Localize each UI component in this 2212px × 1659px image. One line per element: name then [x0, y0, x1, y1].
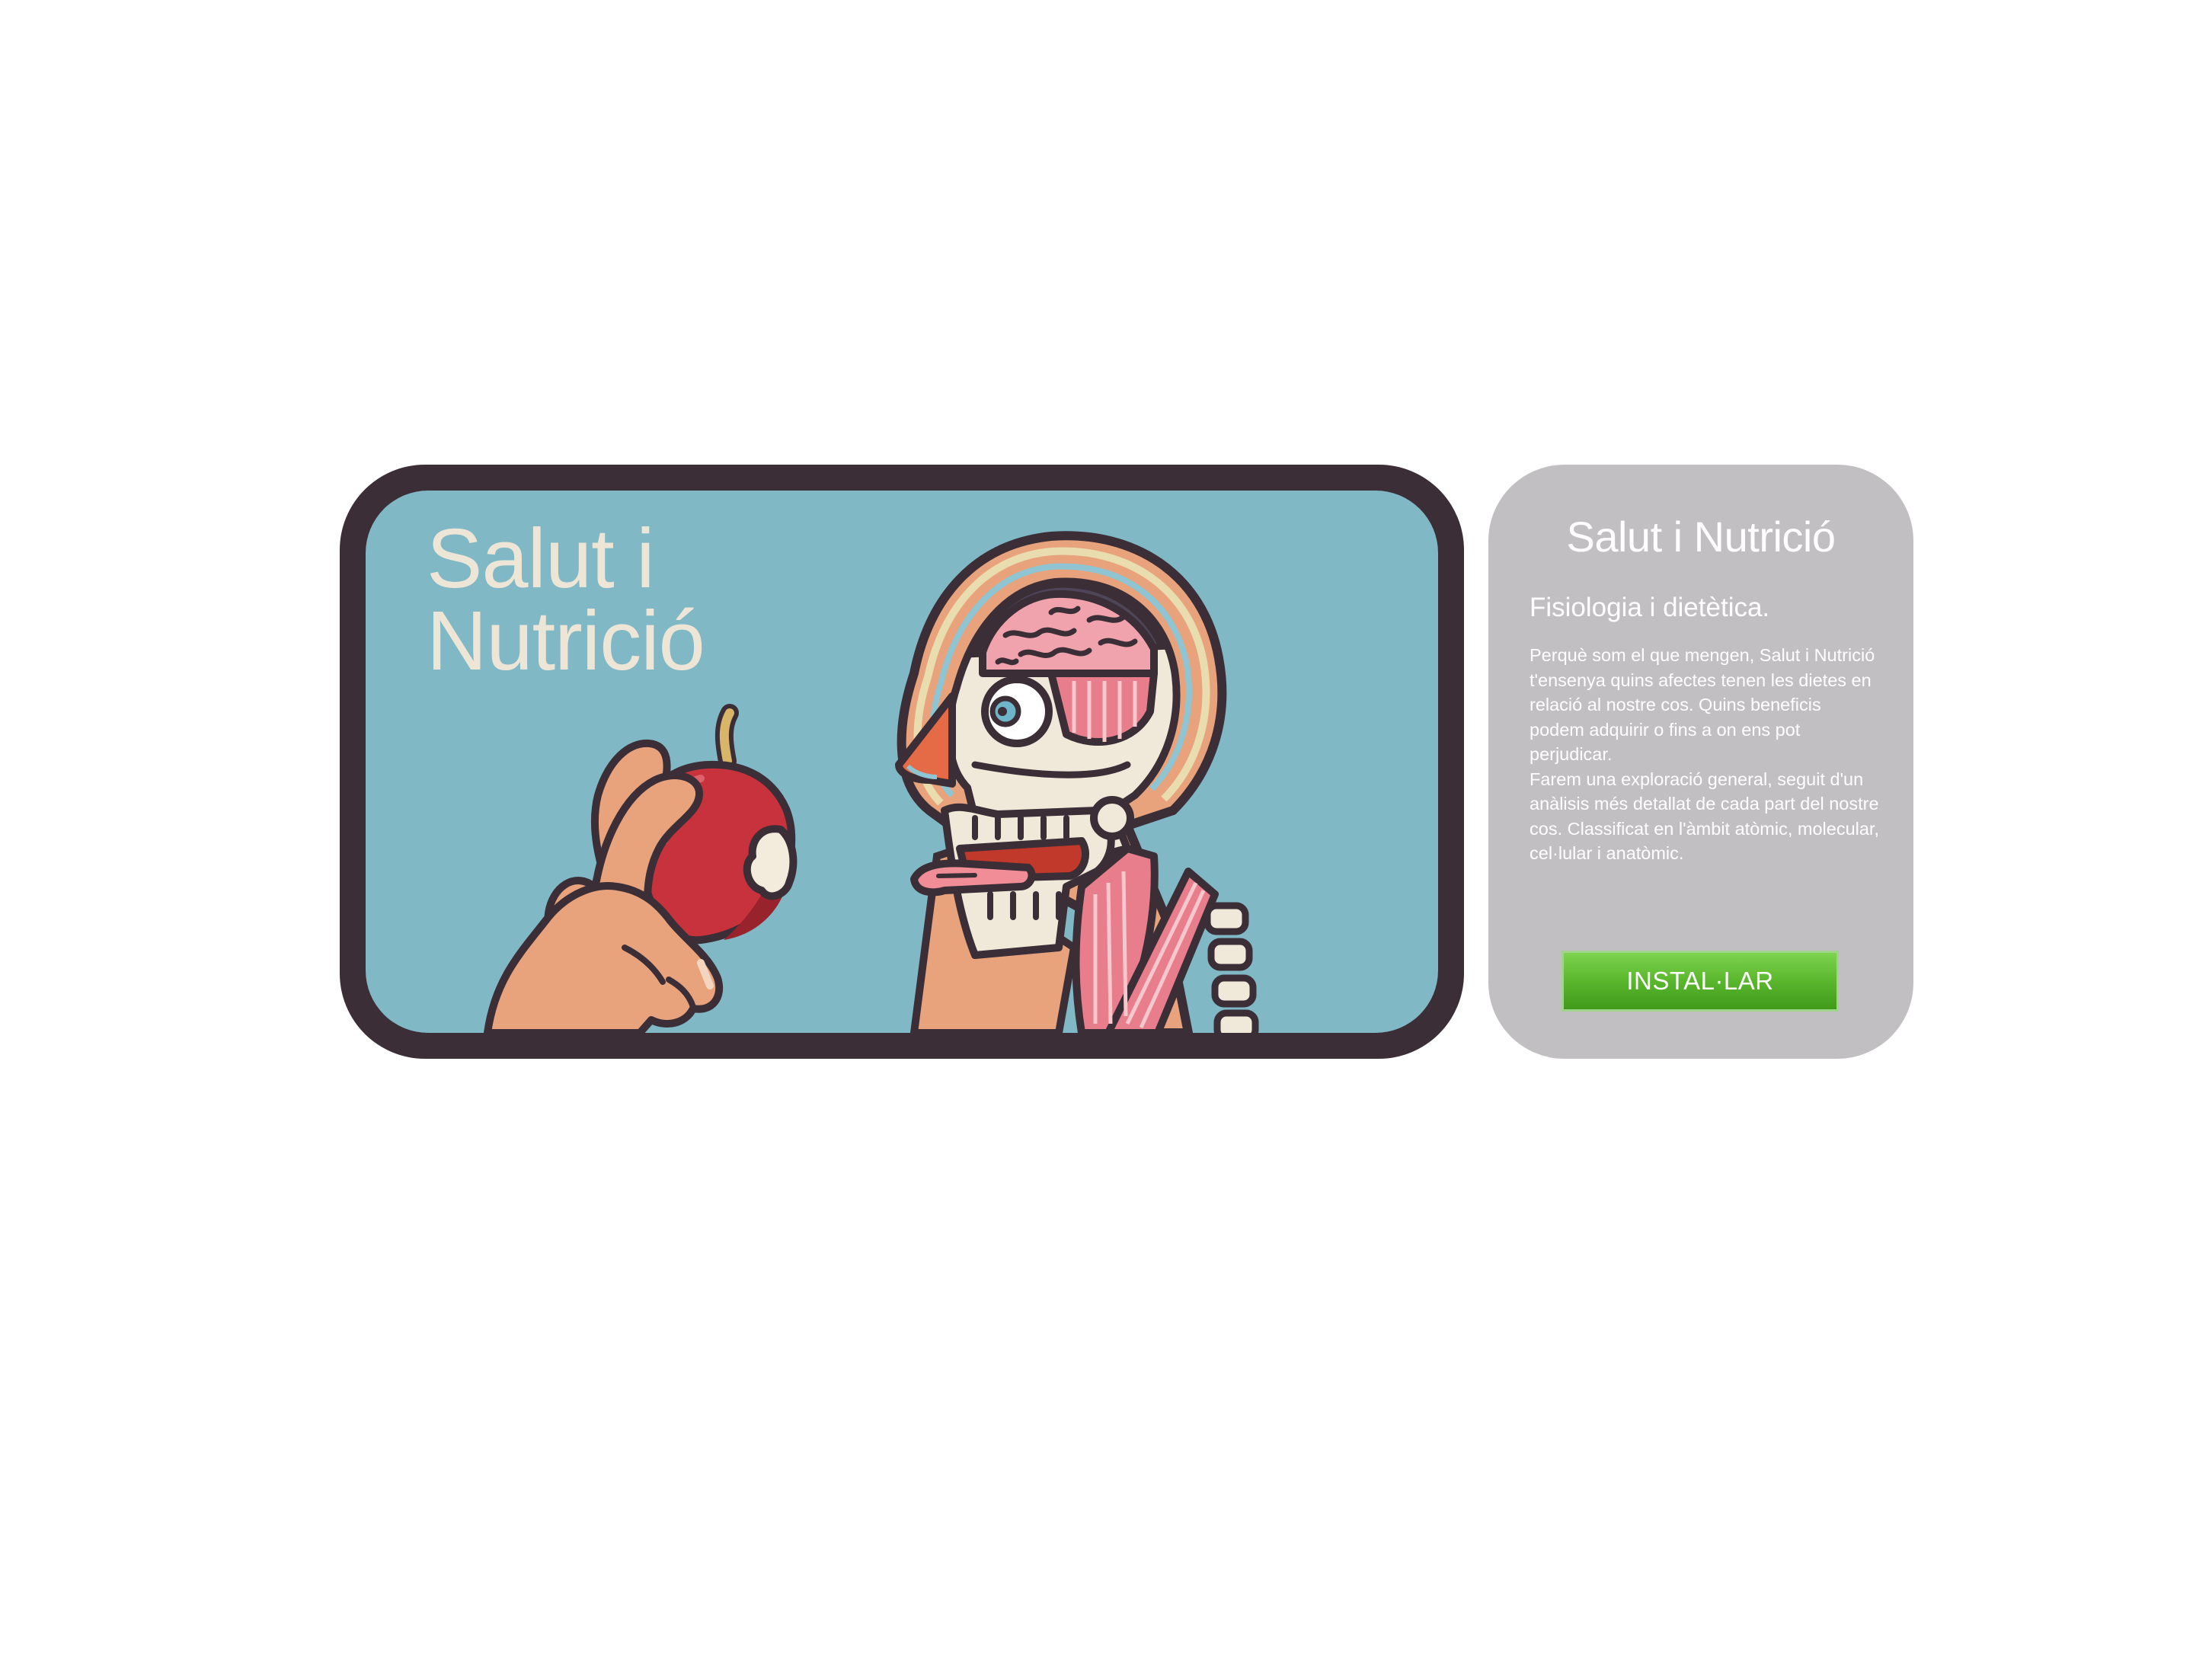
banner-title-line1: Salut i: [427, 512, 655, 606]
banner-title-line2: Nutrició: [427, 594, 705, 688]
app-info-card: Salut i Nutrició Fisiologia i dietètica.…: [1488, 465, 1913, 1059]
description-paragraph-2: Farem una exploració general, seguit d'u…: [1530, 769, 1879, 864]
app-banner: Salut i Nutrició: [340, 465, 1464, 1059]
app-subtitle: Fisiologia i dietètica.: [1530, 593, 1770, 622]
app-description: Perquè som el que mengen, Salut i Nutric…: [1530, 643, 1880, 866]
head-illustration: [895, 531, 1259, 1033]
app-promo-page: Salut i Nutrició Salut i Nutrició Fisiol…: [0, 0, 2212, 1659]
app-title: Salut i Nutrició: [1566, 513, 1836, 561]
install-button[interactable]: INSTAL·LAR: [1562, 951, 1839, 1012]
banner-artwork-area: Salut i Nutrició: [366, 491, 1438, 1033]
description-paragraph-1: Perquè som el que mengen, Salut i Nutric…: [1530, 645, 1875, 764]
banner-title: Salut i Nutrició: [427, 512, 705, 688]
